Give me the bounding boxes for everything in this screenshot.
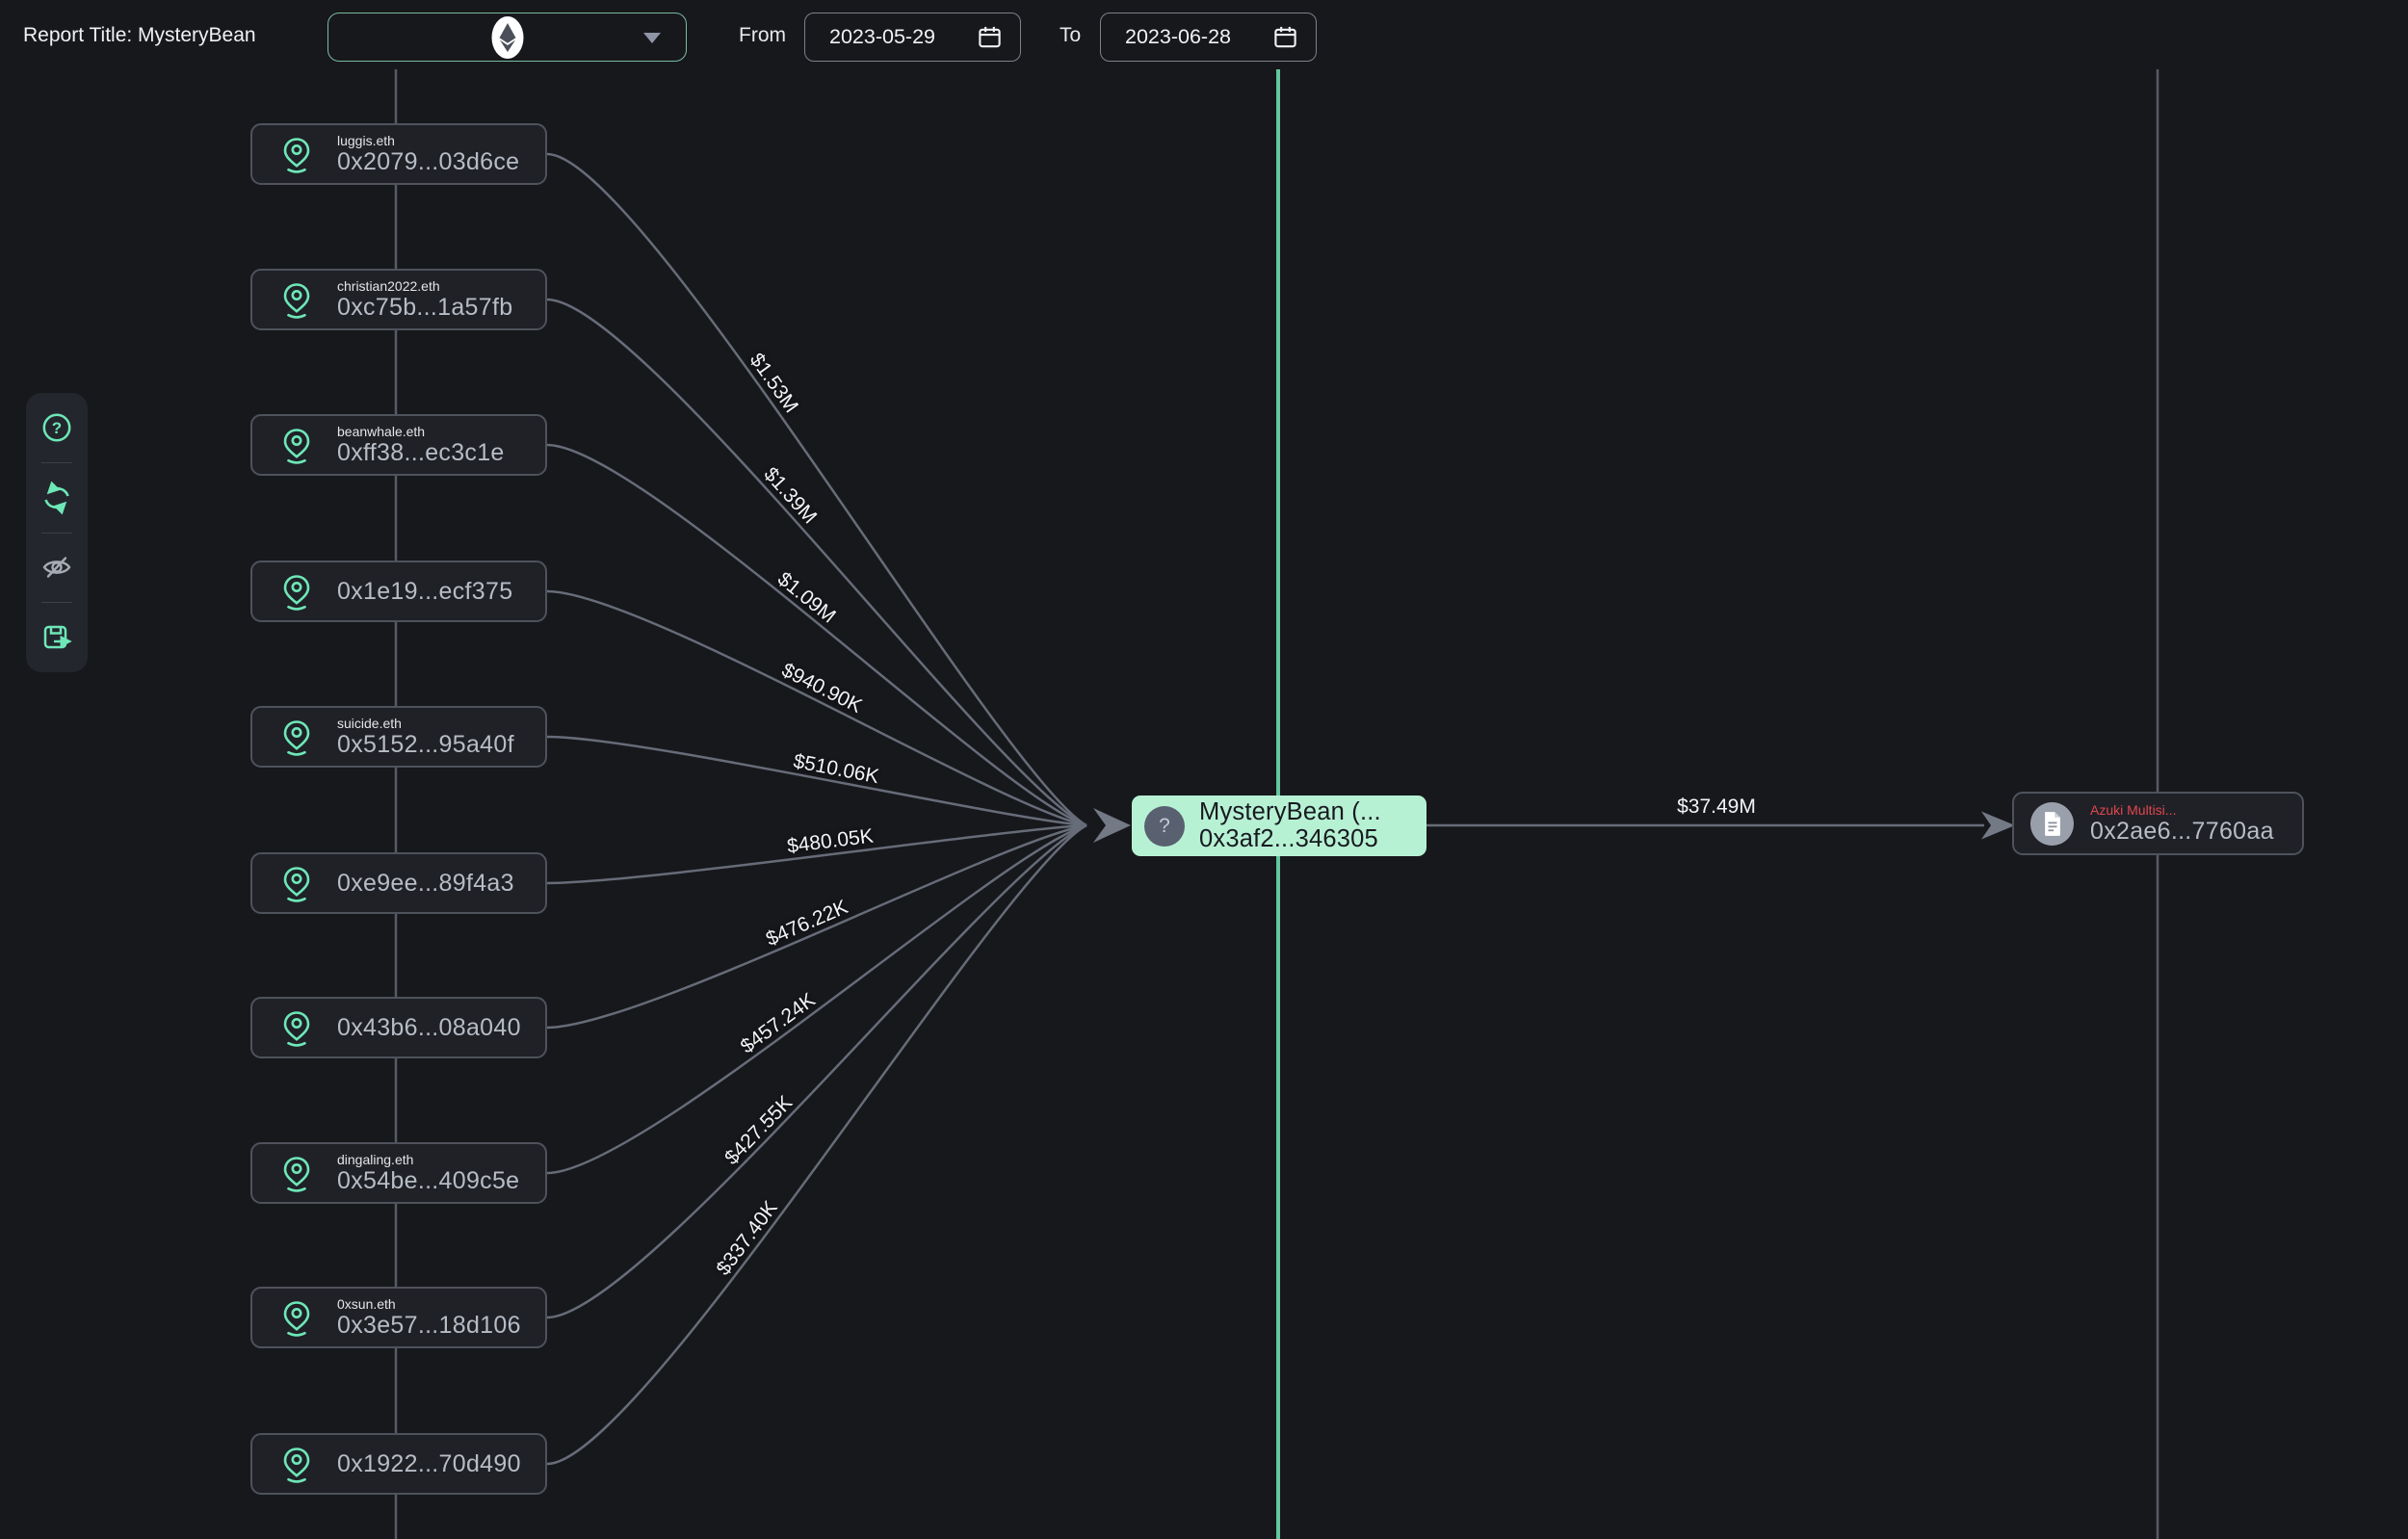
location-pin-icon <box>275 424 318 466</box>
help-button[interactable]: ? <box>39 409 75 446</box>
to-date-input[interactable]: 2023-06-28 <box>1100 13 1317 62</box>
wallet-node[interactable]: beanwhale.eth 0xff38...ec3c1e <box>250 414 547 476</box>
wallet-address: 0x3e57...18d106 <box>337 1311 521 1339</box>
tool-rail: ? <box>26 393 88 672</box>
report-title: Report Title: MysteryBean <box>23 24 256 46</box>
unknown-entity-icon: ? <box>1144 805 1185 847</box>
export-button[interactable] <box>39 619 75 656</box>
location-pin-icon <box>275 133 318 175</box>
target-wallet-name: Azuki Multisi... <box>2090 801 2177 818</box>
wallet-address: 0x43b6...08a040 <box>337 1013 521 1041</box>
location-pin-icon <box>275 570 318 613</box>
wallet-node[interactable]: 0x43b6...08a040 <box>250 997 547 1058</box>
wallet-name: luggis.eth <box>337 132 395 148</box>
location-pin-icon <box>275 1443 318 1485</box>
wallet-address: 0x54be...409c5e <box>337 1166 520 1194</box>
wallet-name: 0xsun.eth <box>337 1295 396 1312</box>
from-date-input[interactable]: 2023-05-29 <box>804 13 1021 62</box>
location-pin-icon <box>275 1152 318 1194</box>
transfer-edges <box>546 152 1087 1466</box>
location-pin-icon <box>275 1296 318 1339</box>
chain-selector-dropdown[interactable] <box>327 13 687 62</box>
location-pin-icon <box>275 1006 318 1049</box>
divider <box>41 532 72 534</box>
chevron-down-icon <box>643 32 661 43</box>
wallet-address: 0xc75b...1a57fb <box>337 293 513 321</box>
target-in-arrow-icon <box>1981 811 2015 840</box>
wallet-address: 0x5152...95a40f <box>337 730 514 758</box>
from-label: From <box>739 24 786 46</box>
wallet-address: 0xe9ee...89f4a3 <box>337 869 514 897</box>
wallet-address: 0x1e19...ecf375 <box>337 577 513 605</box>
to-label: To <box>1060 24 1082 46</box>
wallet-name: dingaling.eth <box>337 1151 414 1167</box>
wallet-address: 0xff38...ec3c1e <box>337 438 505 466</box>
save-export-icon <box>43 625 72 649</box>
svg-text:?: ? <box>52 419 62 437</box>
location-pin-icon <box>275 862 318 904</box>
wallet-node[interactable]: suicide.eth 0x5152...95a40f <box>250 706 547 768</box>
central-wallet-address: 0x3af2...346305 <box>1199 824 1378 852</box>
eye-off-icon <box>42 557 71 579</box>
wallet-address: 0x2079...03d6ce <box>337 147 520 175</box>
wallet-node[interactable]: luggis.eth 0x2079...03d6ce <box>250 123 547 185</box>
central-wallet-node[interactable]: ? MysteryBean (... 0x3af2...346305 <box>1132 796 1426 856</box>
wallet-node[interactable]: 0x1922...70d490 <box>250 1433 547 1495</box>
central-wallet-name: MysteryBean (... <box>1199 797 1381 825</box>
wallet-node[interactable]: 0x1e19...ecf375 <box>250 561 547 622</box>
wallet-address: 0x1922...70d490 <box>337 1449 521 1477</box>
ethereum-icon <box>491 15 523 59</box>
hide-button[interactable] <box>39 549 75 586</box>
outgoing-edge-amount-label[interactable]: $37.49M <box>1677 796 1756 819</box>
location-pin-icon <box>275 278 318 321</box>
question-circle-icon: ? <box>42 413 71 442</box>
divider <box>41 461 72 463</box>
refresh-button[interactable] <box>39 480 75 516</box>
wallet-name: beanwhale.eth <box>337 423 426 439</box>
wallet-node[interactable]: 0xsun.eth 0x3e57...18d106 <box>250 1287 547 1348</box>
wallet-node[interactable]: dingaling.eth 0x54be...409c5e <box>250 1142 547 1204</box>
wallet-node[interactable]: 0xe9ee...89f4a3 <box>250 852 547 914</box>
wallet-node[interactable]: christian2022.eth 0xc75b...1a57fb <box>250 269 547 330</box>
from-date-value: 2023-05-29 <box>829 25 935 48</box>
calendar-icon[interactable] <box>1272 24 1298 50</box>
wallet-name: christian2022.eth <box>337 277 440 294</box>
to-date-value: 2023-06-28 <box>1125 25 1231 48</box>
wallet-name: suicide.eth <box>337 715 402 731</box>
location-pin-icon <box>275 716 318 758</box>
calendar-icon[interactable] <box>977 24 1003 50</box>
divider <box>41 602 72 604</box>
refresh-icon <box>44 481 69 515</box>
target-wallet-node[interactable]: Azuki Multisi... 0x2ae6...7760aa <box>2012 792 2304 855</box>
contract-document-icon <box>2030 801 2074 846</box>
target-wallet-address: 0x2ae6...7760aa <box>2090 817 2274 845</box>
central-in-arrow-icon <box>1093 808 1131 843</box>
